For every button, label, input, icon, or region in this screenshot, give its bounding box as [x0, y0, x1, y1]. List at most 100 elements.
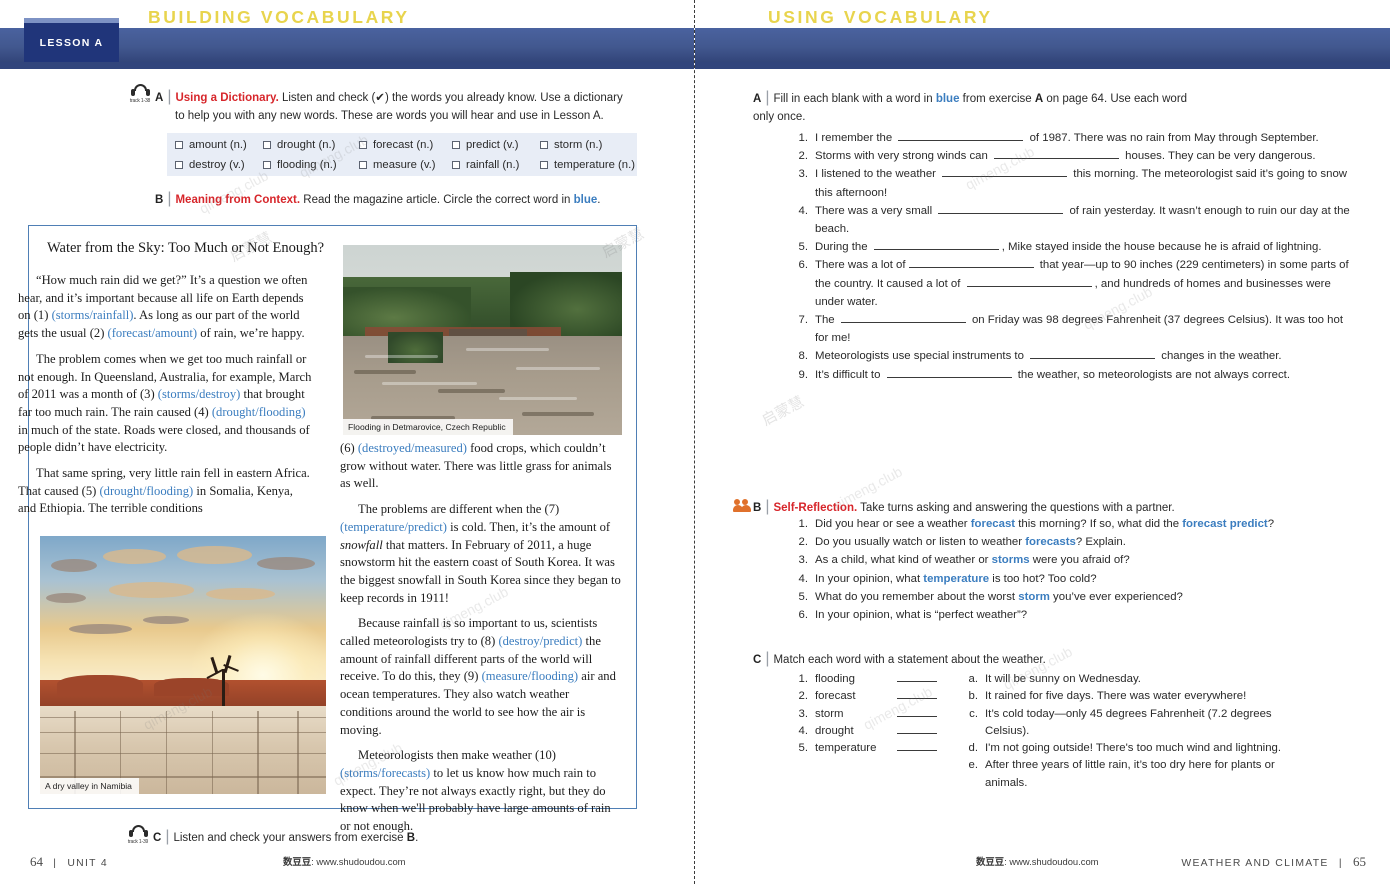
- vocab-item[interactable]: storm (n.): [540, 135, 635, 155]
- item-text-segment: houses. They can be very dangerous.: [1121, 150, 1316, 163]
- item-text-segment: ?: [1267, 518, 1275, 530]
- item-number: 5.: [798, 241, 809, 254]
- vocab-item[interactable]: rainfall (n.): [452, 155, 540, 175]
- answer-blank[interactable]: [1030, 348, 1156, 360]
- article-choice-blue: (storms/forecasts): [340, 765, 431, 780]
- checkbox-icon[interactable]: [175, 140, 183, 149]
- answer-blank[interactable]: [873, 239, 999, 251]
- site-watermark-url-left: : www.shudoudou.com: [311, 856, 406, 867]
- exercise-b-left: B | Meaning from Context. Read the magazin…: [155, 190, 635, 210]
- answer-blank[interactable]: [897, 706, 937, 717]
- item-text-segment: Storms with very strong winds can: [815, 150, 991, 163]
- vocab-item[interactable]: destroy (v.): [175, 155, 263, 175]
- vocab-column-4: predict (v.) rainfall (n.): [452, 135, 540, 175]
- checkbox-icon[interactable]: [263, 140, 271, 149]
- answer-blank[interactable]: [942, 166, 1068, 178]
- vocab-item[interactable]: predict (v.): [452, 135, 540, 155]
- exercise-a-line1: Listen and check (✔) the words you alrea…: [278, 92, 623, 104]
- article-choice-blue: (destroyed/measured): [357, 441, 467, 455]
- answer-blank[interactable]: [897, 740, 937, 752]
- vocab-item[interactable]: forecast (n.): [359, 135, 452, 155]
- article-paragraph: (6) (destroyed/measured) food crops, whi…: [340, 440, 622, 493]
- vocabulary-checkbox-box: amount (n.) destroy (v.) drought (n.) fl…: [167, 133, 637, 176]
- vocab-item[interactable]: amount (n.): [175, 135, 263, 155]
- answer-blank[interactable]: [840, 312, 966, 324]
- highlighted-vocab-word: forecast: [970, 518, 1016, 530]
- vocab-item[interactable]: drought (n.): [263, 135, 359, 155]
- item-letter: c.: [969, 707, 978, 720]
- item-text: In your opinion, what temperature is too…: [815, 570, 1097, 588]
- vocab-label: amount (n.): [189, 138, 247, 151]
- exercise-c-text-after: .: [415, 832, 419, 844]
- highlighted-vocab-word: forecast predict: [1182, 518, 1268, 530]
- checkbox-icon[interactable]: [540, 140, 548, 149]
- checkbox-icon[interactable]: [359, 160, 367, 169]
- item-text-segment: As a child, what kind of weather or: [815, 554, 992, 567]
- exercise-a-bold-title: Using a Dictionary.: [175, 92, 279, 104]
- answer-blank[interactable]: [993, 148, 1119, 160]
- article-italic: snowfall: [340, 537, 383, 552]
- checkbox-icon[interactable]: [540, 160, 548, 169]
- exercise-c-bar: |: [165, 828, 170, 845]
- item-letter: b.: [968, 690, 979, 703]
- vocab-item[interactable]: flooding (n.): [263, 155, 359, 175]
- item-letter: e.: [968, 759, 979, 772]
- item-number: 5.: [798, 742, 809, 755]
- dead-tree-silhouette: [194, 650, 257, 707]
- matching-statement-row: b. It rained for five days. There was wat…: [965, 688, 1295, 705]
- lesson-tab: LESSON A: [24, 23, 119, 62]
- footer-right: WEATHER AND CLIMATE | 65: [1181, 854, 1366, 870]
- article-choice-blue: (storms/destroy): [157, 387, 241, 402]
- item-number: 2.: [798, 536, 809, 549]
- item-letter: d.: [968, 742, 979, 755]
- unit-title-right: WEATHER AND CLIMATE: [1181, 858, 1329, 869]
- fill-in-blank-item: 3. I listened to the weather this morning…: [795, 165, 1355, 201]
- article-paragraph: The problem comes when we get too much r…: [18, 351, 314, 457]
- item-text-segment: What do you remember about the worst: [815, 590, 1019, 603]
- exercise-c-text-right: Match each word with a statement about t…: [773, 654, 1046, 666]
- item-text-segment: In your opinion, what: [815, 572, 924, 585]
- article-choice-blue: (forecast/amount): [107, 326, 198, 341]
- matching-statements-column: a. It will be sunny on Wednesday. b. It rai…: [965, 671, 1295, 792]
- answer-blank[interactable]: [886, 367, 1012, 378]
- checkbox-icon[interactable]: [263, 160, 271, 169]
- fill-in-blank-item: 2. Storms with very strong winds can hous…: [795, 147, 1355, 165]
- item-number: 1.: [798, 132, 809, 144]
- item-text: Did you hear or see a weather forecast t…: [815, 515, 1274, 533]
- answer-blank[interactable]: [897, 671, 937, 682]
- checkbox-icon[interactable]: [175, 160, 183, 169]
- answer-blank[interactable]: [898, 130, 1024, 141]
- exercise-b-bold-title-right: Self-Reflection.: [773, 502, 858, 514]
- item-number: 4.: [798, 724, 809, 737]
- audio-track-icon-c: track 1-39: [123, 825, 153, 845]
- exercise-a-right: A | Fill in each blank with a word in blue…: [753, 89, 1313, 126]
- answer-blank[interactable]: [897, 723, 937, 734]
- checkbox-icon[interactable]: [452, 140, 460, 149]
- vocab-item[interactable]: measure (v.): [359, 155, 452, 175]
- vocab-word: drought: [815, 724, 854, 737]
- checkbox-icon[interactable]: [452, 160, 460, 169]
- item-text-segment: I listened to the weather: [815, 168, 940, 181]
- discussion-question-item: 2. Do you usually watch or listen to weat…: [795, 533, 1355, 551]
- vocab-label: predict (v.): [466, 138, 519, 151]
- answer-blank[interactable]: [938, 203, 1064, 214]
- item-number: 2.: [798, 690, 809, 703]
- item-text-segment: Meteorologists use special instruments t…: [815, 350, 1028, 363]
- item-text: Storms with very strong winds can houses…: [815, 147, 1316, 165]
- vocab-column-1: amount (n.) destroy (v.): [167, 135, 263, 175]
- vocab-label: drought (n.): [277, 138, 336, 151]
- article-text: (6): [340, 441, 358, 455]
- exercise-b-text-right: Take turns asking and answering the ques…: [857, 502, 1175, 514]
- exercise-a-bar: |: [167, 88, 172, 105]
- statement-text: It rained for five days. There was water…: [985, 690, 1247, 703]
- vocab-item[interactable]: temperature (n.): [540, 155, 635, 175]
- answer-blank[interactable]: [966, 276, 1092, 287]
- answer-blank[interactable]: [897, 688, 937, 700]
- item-number: 9.: [798, 368, 809, 381]
- answer-blank[interactable]: [908, 257, 1034, 269]
- exercise-a-bar-right: |: [765, 89, 770, 106]
- article-left-column: “How much rain did we get?” It’s a quest…: [18, 272, 314, 526]
- exercise-c-text-before: Listen and check your answers from exerc…: [173, 832, 407, 844]
- checkbox-icon[interactable]: [359, 140, 367, 149]
- exercise-c-bold-ref: B: [406, 832, 416, 844]
